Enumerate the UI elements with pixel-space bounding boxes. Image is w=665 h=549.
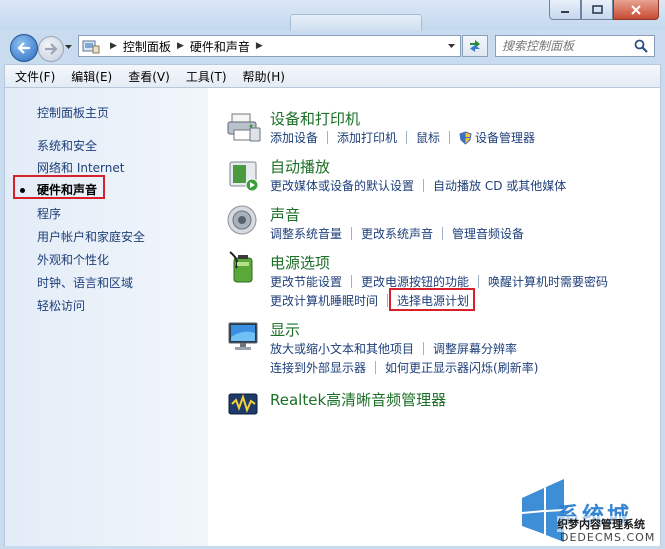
link-divider — [327, 131, 329, 144]
refresh-button[interactable] — [462, 35, 488, 57]
sound-links: 调整系统音量 更改系统声音 管理音频设备 — [270, 225, 524, 242]
navigation-bar: ▶ 控制面板 ▶ 硬件和声音 ▶ — [0, 30, 665, 62]
link-fix-flicker[interactable]: 如何更正显示器闪烁(刷新率) — [385, 359, 538, 376]
arrow-right-icon — [45, 43, 58, 55]
link-change-system-sounds[interactable]: 更改系统声音 — [361, 225, 433, 242]
sidebar-item-home[interactable]: 控制面板主页 — [37, 104, 109, 121]
uac-shield-icon — [459, 130, 472, 145]
sidebar-item-user-accounts[interactable]: 用户帐户和家庭安全 — [37, 228, 145, 245]
sidebar-item-network[interactable]: 网络和 Internet — [37, 159, 124, 176]
link-divider — [351, 275, 353, 288]
link-divider — [478, 275, 480, 288]
link-divider — [449, 131, 451, 144]
link-divider — [375, 361, 377, 374]
control-panel-window: ▶ 控制面板 ▶ 硬件和声音 ▶ 文件(F) 编辑(E) 查看(V) 工具(T)… — [0, 0, 665, 549]
maximize-button[interactable] — [581, 0, 613, 20]
autoplay-icon[interactable] — [226, 158, 262, 192]
link-divider — [406, 131, 408, 144]
sidebar-item-appearance[interactable]: 外观和个性化 — [37, 251, 109, 268]
refresh-icon — [470, 40, 480, 52]
sidebar-item-programs[interactable]: 程序 — [37, 205, 61, 222]
monitor-icon[interactable] — [226, 319, 262, 353]
highlight-box-sidebar — [13, 175, 105, 199]
link-zoom-text[interactable]: 放大或缩小文本和其他项目 — [270, 340, 414, 357]
link-require-password-wake[interactable]: 唤醒计算机时需要密码 — [488, 273, 608, 290]
realtek-audio-icon[interactable] — [226, 388, 262, 422]
link-change-media-defaults[interactable]: 更改媒体或设备的默认设置 — [270, 177, 414, 194]
link-device-manager[interactable]: 设备管理器 — [475, 129, 535, 146]
breadcrumb-separator-icon[interactable]: ▶ — [256, 41, 263, 51]
address-bar[interactable]: ▶ 控制面板 ▶ 硬件和声音 ▶ — [78, 35, 461, 57]
close-icon — [631, 4, 641, 15]
menu-edit[interactable]: 编辑(E) — [71, 68, 112, 85]
breadcrumb-control-panel[interactable]: 控制面板 — [123, 38, 171, 55]
link-add-printer[interactable]: 添加打印机 — [337, 129, 397, 146]
display-links-row1: 放大或缩小文本和其他项目 调整屏幕分辨率 — [270, 340, 517, 357]
link-add-device[interactable]: 添加设备 — [270, 129, 318, 146]
link-adjust-resolution[interactable]: 调整屏幕分辨率 — [433, 340, 517, 357]
breadcrumb-hardware-sound[interactable]: 硬件和声音 — [190, 38, 250, 55]
menu-view[interactable]: 查看(V) — [128, 68, 170, 85]
link-autoplay-cd[interactable]: 自动播放 CD 或其他媒体 — [433, 177, 566, 194]
link-divider — [423, 179, 425, 192]
breadcrumb-separator-icon[interactable]: ▶ — [110, 41, 117, 51]
back-button[interactable] — [10, 34, 38, 62]
devices-links: 添加设备 添加打印机 鼠标 设备管理器 — [270, 129, 535, 146]
category-title-display[interactable]: 显示 — [270, 319, 300, 340]
menu-file[interactable]: 文件(F) — [15, 68, 55, 85]
sidebar-item-clock-region[interactable]: 时钟、语言和区域 — [37, 274, 133, 291]
link-divider — [442, 227, 444, 240]
sidebar: 控制面板主页 系统和安全 网络和 Internet 硬件和声音 程序 用户帐户和… — [4, 88, 208, 546]
close-button[interactable] — [613, 0, 659, 20]
menu-tools[interactable]: 工具(T) — [186, 68, 227, 85]
search-input[interactable] — [495, 35, 655, 57]
link-connect-external-display[interactable]: 连接到外部显示器 — [270, 359, 366, 376]
category-title-autoplay[interactable]: 自动播放 — [270, 156, 330, 177]
recent-pages-dropdown-icon[interactable] — [64, 44, 73, 50]
link-change-sleep-time[interactable]: 更改计算机睡眠时间 — [270, 292, 378, 309]
maximize-icon — [591, 5, 603, 14]
link-divider — [387, 294, 389, 307]
display-links-row2: 连接到外部显示器 如何更正显示器闪烁(刷新率) — [270, 359, 538, 376]
arrow-left-icon — [17, 42, 30, 54]
address-dropdown-icon[interactable] — [447, 43, 456, 49]
highlight-box-power-plan — [389, 288, 475, 311]
printer-icon[interactable] — [226, 110, 262, 144]
category-title-power[interactable]: 电源选项 — [270, 252, 330, 273]
background-window-tab[interactable] — [290, 14, 422, 31]
link-divider — [423, 342, 425, 355]
menu-help[interactable]: 帮助(H) — [243, 68, 285, 85]
link-divider — [351, 227, 353, 240]
control-panel-icon — [82, 40, 100, 54]
breadcrumb-separator-icon[interactable]: ▶ — [177, 41, 184, 51]
caption-buttons — [549, 0, 659, 20]
speaker-icon[interactable] — [226, 203, 262, 237]
minimize-icon — [561, 10, 569, 13]
menu-bar: 文件(F) 编辑(E) 查看(V) 工具(T) 帮助(H) — [4, 64, 661, 88]
link-adjust-volume[interactable]: 调整系统音量 — [270, 225, 342, 242]
watermark-url: DEDECMS.COM — [560, 531, 656, 544]
link-mouse[interactable]: 鼠标 — [416, 129, 440, 146]
search-icon[interactable] — [634, 39, 648, 53]
autoplay-links: 更改媒体或设备的默认设置 自动播放 CD 或其他媒体 — [270, 177, 566, 194]
sidebar-item-ease-of-access[interactable]: 轻松访问 — [37, 297, 85, 314]
category-title-devices[interactable]: 设备和打印机 — [270, 108, 360, 129]
category-title-realtek[interactable]: Realtek高清晰音频管理器 — [270, 389, 446, 410]
battery-icon[interactable] — [226, 250, 262, 284]
link-manage-audio-devices[interactable]: 管理音频设备 — [452, 225, 524, 242]
category-title-sound[interactable]: 声音 — [270, 204, 300, 225]
sidebar-item-system-security[interactable]: 系统和安全 — [37, 137, 97, 154]
link-change-power-saving[interactable]: 更改节能设置 — [270, 273, 342, 290]
watermark-subtitle: 织梦内容管理系统 — [557, 516, 645, 532]
minimize-button[interactable] — [549, 0, 581, 20]
title-bar — [0, 0, 665, 31]
forward-button[interactable] — [38, 36, 64, 62]
